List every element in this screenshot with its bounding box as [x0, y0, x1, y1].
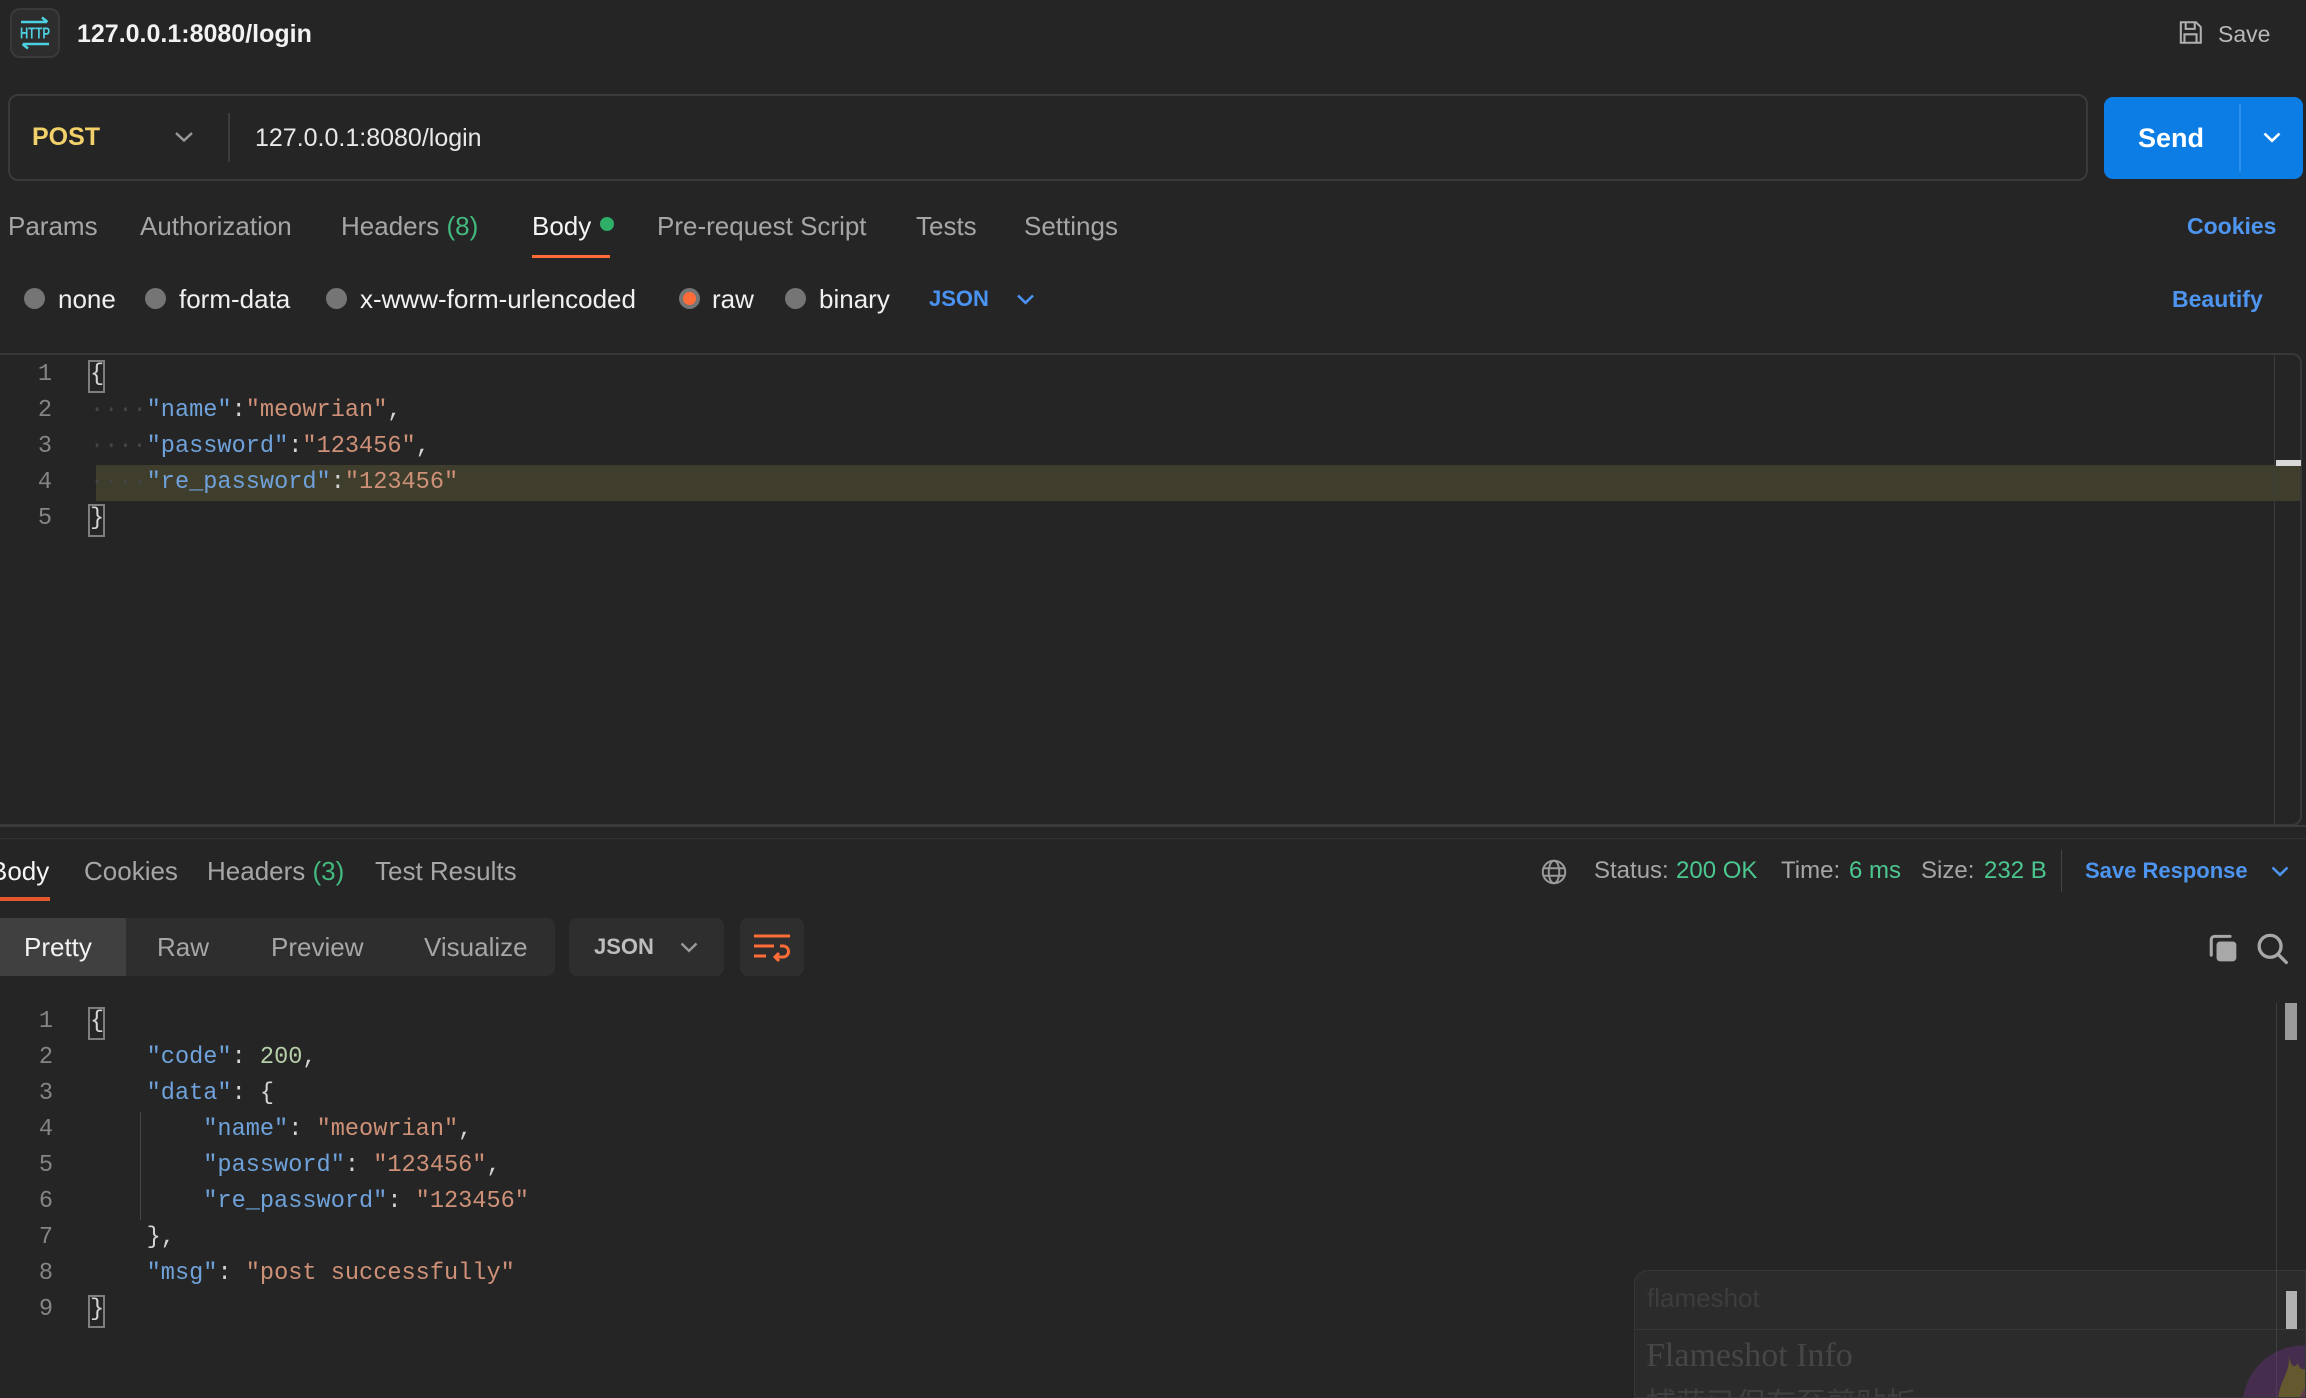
svg-text:HTTP: HTTP: [20, 26, 50, 43]
